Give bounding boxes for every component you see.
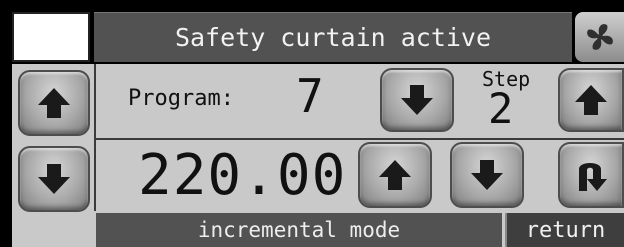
return-arrow-button[interactable] <box>558 142 624 208</box>
panel-divider-horizontal <box>94 138 624 140</box>
arrow-up-icon <box>379 160 411 190</box>
arrow-down-icon <box>38 164 70 194</box>
scroll-up-button[interactable] <box>18 70 90 136</box>
program-label: Program: <box>128 86 234 111</box>
step-value: 2 <box>488 84 514 133</box>
return-button[interactable]: return <box>505 213 624 247</box>
setpoint-down-button[interactable] <box>450 142 524 208</box>
program-value: 7 <box>296 69 324 123</box>
mode-text: incremental mode <box>197 218 401 242</box>
program-down-button[interactable] <box>380 68 454 132</box>
arrow-down-icon <box>471 160 503 190</box>
status-title: Safety curtain active <box>94 12 572 62</box>
fan-icon <box>586 24 613 50</box>
setpoint-value: 220.00 <box>138 143 347 208</box>
status-title-text: Safety curtain active <box>174 23 492 52</box>
mode-indicator: incremental mode <box>96 213 502 247</box>
fan-button[interactable] <box>575 12 624 62</box>
setpoint-up-button[interactable] <box>358 142 432 208</box>
return-button-label: return <box>525 217 606 243</box>
step-up-button[interactable] <box>558 68 624 132</box>
blank-indicator-box <box>12 12 90 62</box>
arrow-up-icon <box>38 88 70 118</box>
arrow-down-icon <box>401 85 433 115</box>
scroll-down-button[interactable] <box>18 146 90 212</box>
return-arrow-icon <box>579 163 607 191</box>
arrow-up-icon <box>575 85 607 115</box>
